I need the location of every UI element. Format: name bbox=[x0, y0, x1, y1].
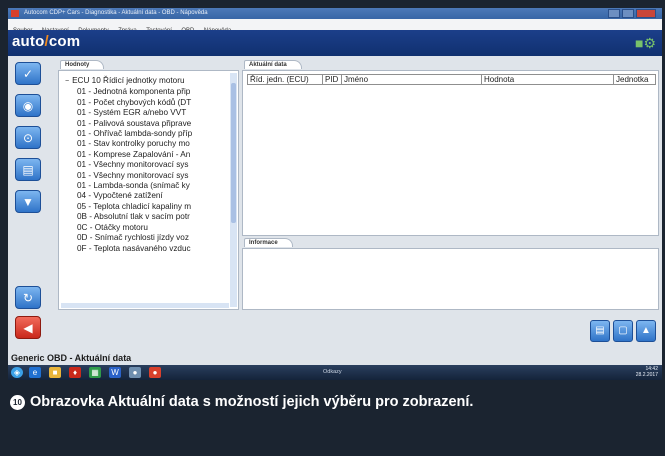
info-panel bbox=[242, 248, 659, 310]
tree-item[interactable]: 01 - Lambda-sonda (snímač ky bbox=[77, 181, 192, 191]
maximize-button[interactable] bbox=[622, 9, 634, 18]
clipboard-icon[interactable]: ▤ bbox=[15, 158, 41, 181]
check-icon[interactable]: ✓ bbox=[15, 62, 41, 85]
tree-item[interactable]: 0D - Snímač rychlosti jízdy voz bbox=[77, 233, 192, 243]
document-icon[interactable]: ▤ bbox=[590, 320, 610, 342]
autocom-task-icon[interactable]: ● bbox=[149, 367, 161, 378]
tree-item[interactable]: 01 - Palivová soustava připrave bbox=[77, 119, 192, 129]
current-data-panel: Říd. jedn. (ECU) PID Jméno Hodnota Jedno… bbox=[242, 70, 659, 236]
tab-hodnoty[interactable]: Hodnoty bbox=[60, 60, 105, 69]
left-toolbar: ✓ ◉ ⊙ ▤ ▼ ↻ ◀ bbox=[11, 62, 52, 339]
tree-root[interactable]: − ECU 10 Řídicí jednotky motoru bbox=[65, 76, 192, 87]
collapse-icon[interactable]: − bbox=[65, 78, 69, 85]
column-ecu[interactable]: Říd. jedn. (ECU) bbox=[248, 75, 323, 84]
tree-item[interactable]: 0B - Absolutní tlak v sacím potr bbox=[77, 212, 192, 222]
tree-item[interactable]: 05 - Teplota chladicí kapaliny m bbox=[77, 202, 192, 212]
column-value[interactable]: Hodnota bbox=[482, 75, 614, 84]
app-icon bbox=[11, 10, 19, 17]
system-clock[interactable]: 14:42 28.2.2017 bbox=[636, 366, 658, 378]
spreadsheet-icon[interactable]: ▦ bbox=[89, 367, 101, 378]
camera-icon[interactable]: ◉ bbox=[15, 94, 41, 117]
status-bar: Generic OBD - Aktuální data bbox=[8, 352, 662, 365]
scroll-thumb[interactable] bbox=[231, 83, 236, 223]
values-panel: − ECU 10 Řídicí jednotky motoru 01 - Jedn… bbox=[58, 70, 239, 310]
values-vertical-scrollbar[interactable] bbox=[230, 73, 237, 307]
media-icon[interactable]: ● bbox=[129, 367, 141, 378]
tree-item[interactable]: 01 - Systém EGR a/nebo VVT bbox=[77, 108, 192, 118]
tree-item[interactable]: 01 - Stav kontrolky poruchy mo bbox=[77, 139, 192, 149]
refresh-icon[interactable]: ↻ bbox=[15, 286, 41, 309]
tree-item[interactable]: 01 - Všechny monitorovací sys bbox=[77, 160, 192, 170]
start-button[interactable]: ◈ bbox=[11, 367, 23, 378]
word-icon[interactable]: W bbox=[109, 367, 121, 378]
tree-item[interactable]: 01 - Jednotná komponenta přip bbox=[77, 87, 192, 97]
tree-item[interactable]: 0F - Teplota nasávaného vzduc bbox=[77, 244, 192, 254]
tab-aktualni-data[interactable]: Aktuální data bbox=[244, 60, 302, 69]
windows-taskbar: ◈ e ■ ♦ ▦ W ● ● Odkazy 14:42 28.2.2017 bbox=[8, 365, 662, 380]
filter-icon[interactable]: ▼ bbox=[15, 190, 41, 213]
tree-item[interactable]: 01 - Komprese Zapalování - An bbox=[77, 150, 192, 160]
browser-icon[interactable]: e bbox=[29, 367, 41, 378]
caption-text: Obrazovka Aktuální data s možností jejic… bbox=[30, 394, 474, 410]
title-bar: Autocom CDP+ Cars - Diagnostika - Aktuál… bbox=[8, 8, 662, 19]
window-title: Autocom CDP+ Cars - Diagnostika - Aktuál… bbox=[24, 10, 208, 16]
tree-item[interactable]: 0C - Otáčky motoru bbox=[77, 223, 192, 233]
stop-icon[interactable]: ▢ bbox=[613, 320, 633, 342]
close-button[interactable] bbox=[636, 9, 656, 18]
values-tree: − ECU 10 Řídicí jednotky motoru 01 - Jedn… bbox=[65, 76, 192, 254]
bottom-toolbar: ▤ ▢ ▲ bbox=[587, 320, 656, 342]
app-header: auto/com ■⚙ bbox=[8, 30, 662, 56]
tree-item[interactable]: 01 - Počet chybových kódů (DT bbox=[77, 98, 192, 108]
figure-caption: 10 Obrazovka Aktuální data s možností jej… bbox=[10, 392, 650, 413]
folder-icon[interactable]: ■ bbox=[49, 367, 61, 378]
header-status-icon[interactable]: ■⚙ bbox=[635, 35, 656, 52]
autocom-logo: auto/com bbox=[12, 33, 81, 50]
data-grid-header: Říd. jedn. (ECU) PID Jméno Hodnota Jedno… bbox=[247, 74, 656, 85]
column-pid[interactable]: PID bbox=[323, 75, 342, 84]
column-name[interactable]: Jméno bbox=[342, 75, 482, 84]
trash-icon[interactable]: ▲ bbox=[636, 320, 656, 342]
scan-icon[interactable]: ⊙ bbox=[15, 126, 41, 149]
minimize-button[interactable] bbox=[608, 9, 620, 18]
tree-item[interactable]: 04 - Vypočtené zatížení bbox=[77, 191, 192, 201]
back-arrow-icon[interactable]: ◀ bbox=[15, 316, 41, 339]
app-screen: Autocom CDP+ Cars - Diagnostika - Aktuál… bbox=[8, 8, 662, 380]
values-horizontal-scrollbar[interactable] bbox=[61, 303, 229, 308]
status-text: Generic OBD - Aktuální data bbox=[11, 353, 132, 363]
tree-item[interactable]: 01 - Ohřívač lambda-sondy příp bbox=[77, 129, 192, 139]
pdf-icon[interactable]: ♦ bbox=[69, 367, 81, 378]
column-unit[interactable]: Jednotka bbox=[614, 75, 659, 84]
caption-number: 10 bbox=[10, 395, 25, 410]
taskbar-label[interactable]: Odkazy bbox=[323, 366, 342, 379]
tree-item[interactable]: 01 - Všechny monitorovací sys bbox=[77, 171, 192, 181]
tab-informace[interactable]: Informace bbox=[244, 238, 293, 247]
